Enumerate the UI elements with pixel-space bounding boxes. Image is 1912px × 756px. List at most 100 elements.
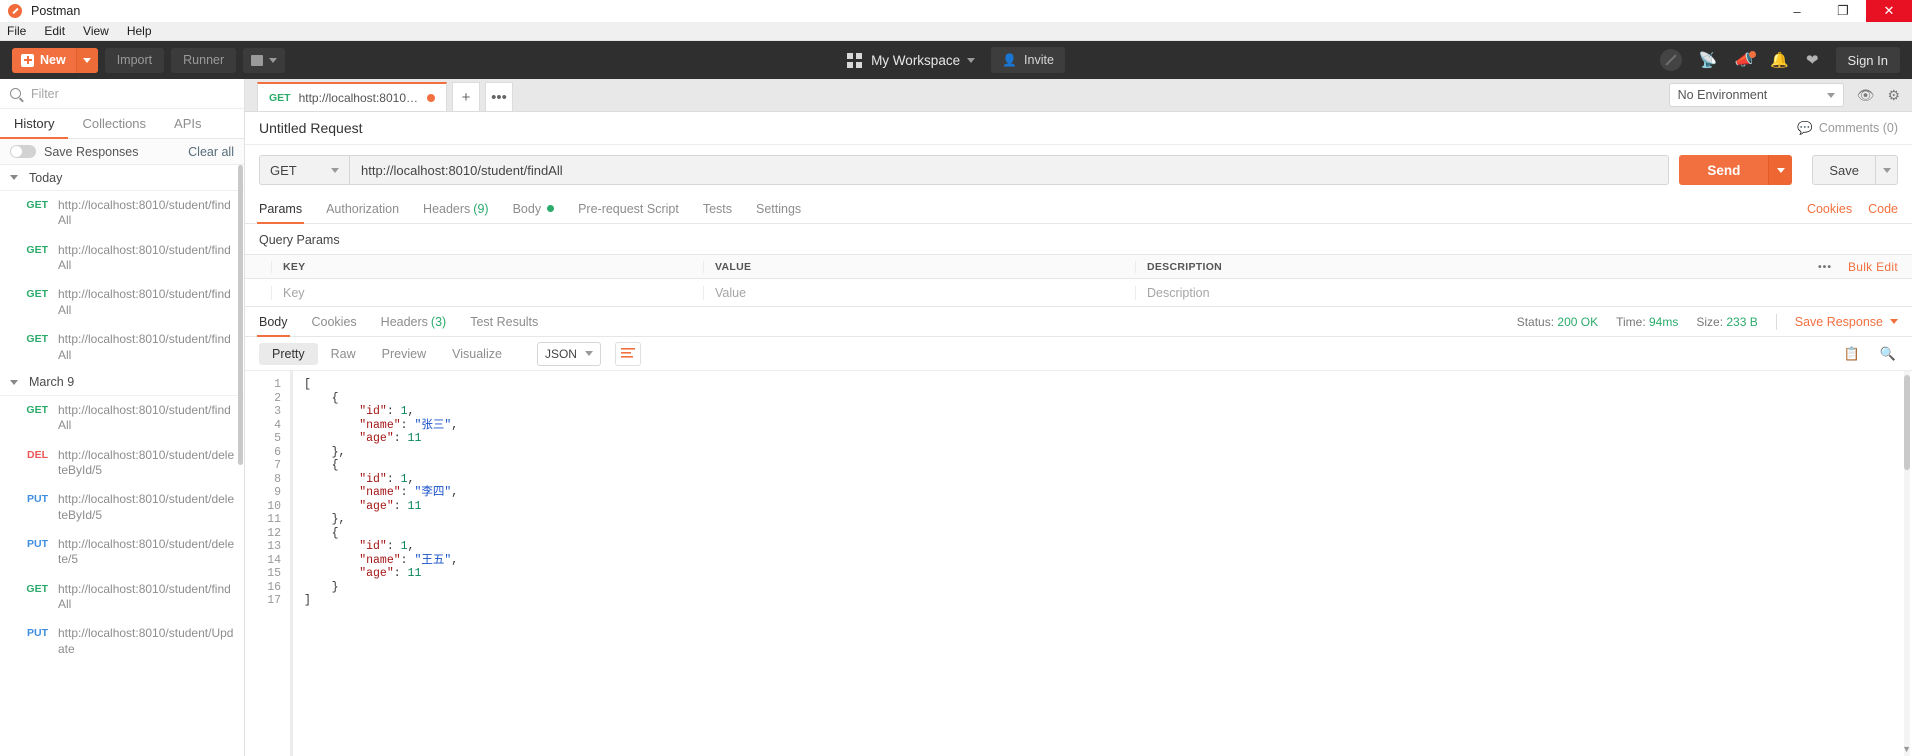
filter-input[interactable]: Filter [31, 87, 59, 101]
history-list[interactable]: Today GET http://localhost:8010/student/fi… [0, 165, 244, 756]
response-tab-test-results[interactable]: Test Results [470, 307, 538, 337]
megaphone-icon[interactable]: 📣 [1735, 50, 1757, 68]
runner-button[interactable]: Runner [171, 47, 237, 73]
response-tab-headers[interactable]: Headers (3) [381, 307, 447, 337]
view-tab-preview[interactable]: Preview [369, 343, 439, 365]
line-number: 1 [274, 378, 281, 391]
minimize-button[interactable]: – [1774, 0, 1820, 22]
sync-disabled-icon[interactable] [1659, 49, 1682, 71]
history-group-header[interactable]: Today [0, 165, 244, 191]
cookies-link[interactable]: Cookies [1807, 202, 1852, 216]
workspace-name[interactable]: My Workspace [871, 53, 960, 68]
history-item[interactable]: GET http://localhost:8010/student/findAll [0, 396, 244, 441]
history-item[interactable]: GET http://localhost:8010/student/findAll [0, 575, 244, 620]
menu-item-view[interactable]: View [83, 24, 109, 38]
history-item[interactable]: PUT http://localhost:8010/student/Update [0, 619, 244, 664]
invite-button[interactable]: 👤 Invite [991, 47, 1065, 73]
environment-select[interactable]: No Environment [1668, 83, 1844, 107]
line-number: 17 [267, 594, 281, 607]
workspace-caret-icon[interactable] [967, 57, 976, 63]
request-tab-params[interactable]: Params [256, 194, 305, 224]
gear-icon[interactable]: ⚙ [1887, 87, 1900, 104]
key-input[interactable]: Key [271, 285, 703, 300]
history-item-method: GET [26, 199, 48, 211]
description-input[interactable]: Description [1135, 285, 1912, 300]
history-item[interactable]: PUT http://localhost:8010/student/delete/… [0, 530, 244, 575]
request-tab-pre-request-script[interactable]: Pre-request Script [578, 194, 679, 224]
eye-icon[interactable]: 👁 [1857, 87, 1875, 104]
response-tab-cookies[interactable]: Cookies [312, 307, 357, 337]
sidebar-tab-apis[interactable]: APIs [160, 109, 215, 138]
view-tab-visualize[interactable]: Visualize [439, 343, 515, 365]
maximize-button[interactable]: ❐ [1820, 0, 1866, 22]
clear-all-button[interactable]: Clear all [188, 145, 234, 159]
request-tab-headers[interactable]: Headers (9) [423, 194, 489, 224]
tab-label: Body [259, 314, 288, 329]
code-token: : [393, 567, 408, 580]
response-tab-body[interactable]: Body [257, 307, 289, 337]
code-token: 11 [407, 567, 422, 580]
response-scrollbar-thumb[interactable] [1904, 375, 1910, 470]
code-token: "age" [359, 432, 394, 445]
history-item[interactable]: PUT http://localhost:8010/student/deleteB… [0, 485, 244, 530]
scroll-down-arrow-icon[interactable]: ▼ [1902, 744, 1911, 754]
view-tab-pretty[interactable]: Pretty [259, 342, 318, 365]
menu-item-edit[interactable]: Edit [44, 24, 65, 38]
history-item[interactable]: GET http://localhost:8010/student/findAll [0, 280, 244, 325]
history-item[interactable]: DEL http://localhost:8010/student/deleteB… [0, 441, 244, 486]
request-tab-body[interactable]: Body [513, 194, 555, 224]
send-dropdown-caret-icon[interactable] [1768, 155, 1793, 185]
menu-item-file[interactable]: File [7, 24, 26, 38]
bell-icon[interactable]: 🔔 [1770, 53, 1789, 68]
request-tab-tests[interactable]: Tests [703, 194, 732, 224]
new-window-button[interactable] [243, 47, 286, 73]
send-button[interactable]: Send [1679, 155, 1769, 185]
value-input[interactable]: Value [703, 285, 1135, 300]
new-tab-button[interactable]: + [452, 82, 480, 111]
save-responses-toggle[interactable] [10, 145, 36, 158]
save-response-button[interactable]: Save Response [1795, 315, 1898, 329]
close-button[interactable]: ✕ [1866, 0, 1912, 22]
heart-icon[interactable]: ❤ [1806, 53, 1819, 68]
sidebar: Filter History Collections APIs Save Res… [0, 79, 245, 756]
copy-icon[interactable]: 📋 [1844, 346, 1860, 362]
request-tab-settings[interactable]: Settings [756, 194, 801, 224]
comments-button[interactable]: 💬 Comments (0) [1797, 121, 1898, 136]
response-tabs: Body Cookies Headers (3) Test Results Status… [245, 307, 1912, 337]
tab-options-button[interactable]: ••• [485, 82, 513, 111]
tab-label: Body [512, 201, 542, 216]
save-dropdown-caret-icon[interactable] [1876, 155, 1898, 185]
new-button[interactable]: New [12, 47, 98, 73]
json-code[interactable]: [ { "id": 1, "name": "张三", "age": 11 }, … [290, 371, 1912, 756]
save-group: Save [1812, 155, 1898, 185]
history-item[interactable]: GET http://localhost:8010/student/findAll [0, 236, 244, 281]
menu-item-help[interactable]: Help [127, 24, 152, 38]
request-tab-authorization[interactable]: Authorization [326, 194, 399, 224]
format-select[interactable]: JSON [536, 341, 601, 366]
sidebar-tab-history[interactable]: History [0, 109, 69, 139]
search-response-icon[interactable]: 🔍 [1880, 346, 1896, 362]
save-button[interactable]: Save [1812, 155, 1876, 185]
main-area: Filter History Collections APIs Save Res… [0, 79, 1912, 756]
response-body[interactable]: 1 2 3 4 5 6 7 8 9 10 11 12 13 14 15 16 17 [ { "id": 1, "… [245, 370, 1912, 756]
params-more-button[interactable]: ••• [1818, 261, 1832, 273]
new-dropdown-caret-icon[interactable] [75, 47, 98, 73]
table-row[interactable]: Key Value Description [245, 279, 1912, 307]
sidebar-tab-collections[interactable]: Collections [68, 109, 160, 138]
method-select[interactable]: GET [259, 155, 349, 185]
bulk-edit-button[interactable]: Bulk Edit [1848, 260, 1898, 274]
sign-in-button[interactable]: Sign In [1835, 47, 1900, 73]
sidebar-scrollbar[interactable] [238, 165, 243, 465]
request-tab[interactable]: GET http://localhost:8010/student/fi... [257, 82, 447, 111]
url-value: http://localhost:8010/student/findAll [361, 162, 563, 178]
code-link[interactable]: Code [1868, 202, 1898, 216]
import-button[interactable]: Import [104, 47, 165, 73]
filter-row[interactable]: Filter [0, 79, 244, 109]
history-item[interactable]: GET http://localhost:8010/student/findAll [0, 191, 244, 236]
satellite-dish-icon[interactable]: 📡 [1699, 53, 1718, 68]
wrap-lines-button[interactable] [614, 341, 641, 366]
history-item[interactable]: GET http://localhost:8010/student/findAll [0, 325, 244, 370]
view-tab-raw[interactable]: Raw [318, 343, 369, 365]
url-input[interactable]: http://localhost:8010/student/findAll [349, 155, 1670, 185]
history-group-header[interactable]: March 9 [0, 370, 244, 396]
